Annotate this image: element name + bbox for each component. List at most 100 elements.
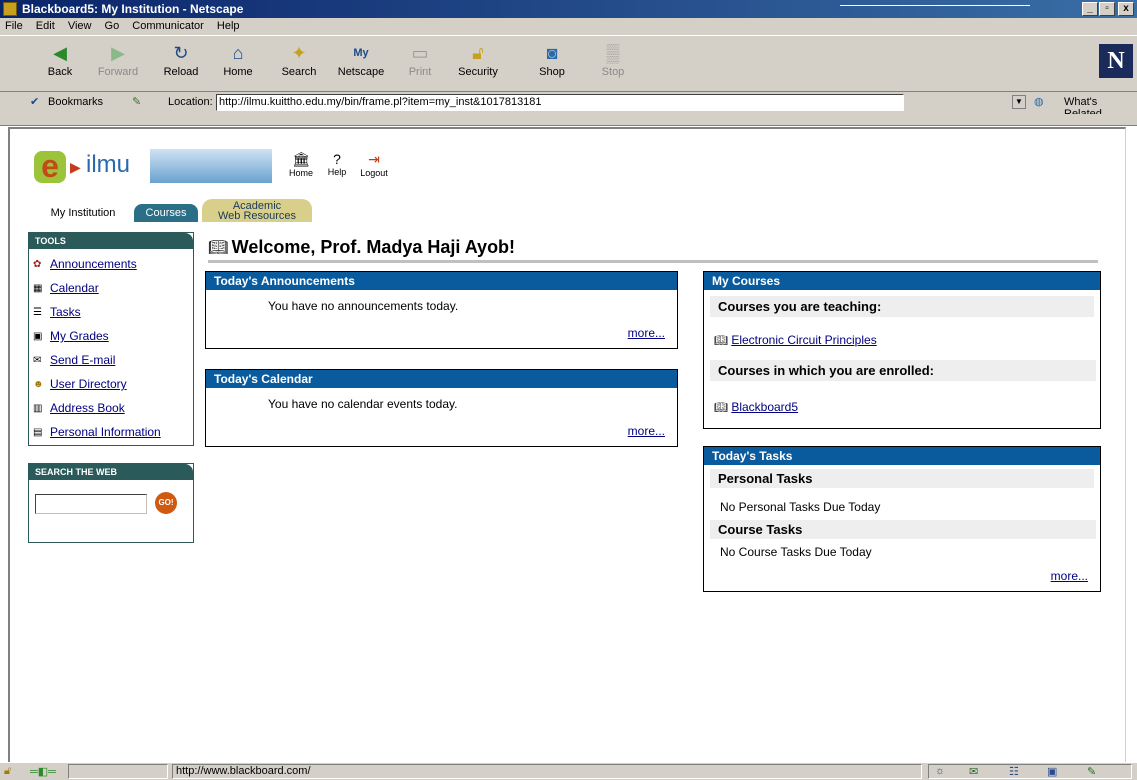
- my-courses-panel: My Courses Courses you are teaching: 📖︎ …: [703, 271, 1101, 429]
- search-label: Search: [281, 66, 317, 78]
- tool-user-directory[interactable]: ☻ User Directory: [33, 377, 127, 401]
- course-electronic-circuit-link[interactable]: Electronic Circuit Principles: [731, 333, 876, 347]
- bookmarks-button[interactable]: Bookmarks: [48, 96, 103, 108]
- menu-help[interactable]: Help: [217, 20, 240, 32]
- help-icon: ?: [333, 151, 341, 167]
- status-bar: 🔓︎ ═◧═ http://www.blackboard.com/ ☼ ✉ ☷ …: [0, 762, 1137, 780]
- site-home-button[interactable]: 🏛︎ Home: [288, 151, 314, 178]
- shop-icon: ◙: [546, 43, 558, 63]
- composer-icon[interactable]: ✎: [1087, 765, 1096, 778]
- tool-calendar[interactable]: ▦ Calendar: [33, 281, 99, 305]
- security-status-icon[interactable]: 🔓︎: [4, 765, 11, 778]
- course-book-icon: 📖︎: [714, 402, 728, 414]
- close-button[interactable]: x: [1118, 2, 1134, 16]
- my-courses-header: My Courses: [704, 272, 1100, 290]
- shop-label: Shop: [539, 66, 565, 78]
- reload-button[interactable]: ↻ Reload: [155, 40, 207, 88]
- print-button[interactable]: ▭ Print: [394, 40, 446, 88]
- location-input[interactable]: http://ilmu.kuittho.edu.my/bin/frame.pl?…: [216, 94, 904, 111]
- site-logout-button[interactable]: ⇥ Logout: [354, 151, 394, 178]
- site-help-button[interactable]: ? Help: [324, 151, 350, 177]
- tool-send-email-link[interactable]: Send E-mail: [50, 353, 115, 367]
- tasks-more-link[interactable]: more...: [1051, 569, 1088, 583]
- personal-info-icon: ▤: [33, 426, 43, 438]
- course-tasks-subheader: Course Tasks: [710, 520, 1096, 539]
- tool-send-email[interactable]: ✉ Send E-mail: [33, 353, 115, 377]
- calendar-icon: ▦: [33, 282, 43, 294]
- tools-panel: TOOLS ✿ Announcements ▦ Calendar ☰ Tasks ▣ M…: [28, 232, 194, 446]
- calendar-empty-text: You have no calendar events today.: [268, 397, 458, 411]
- tool-tasks[interactable]: ☰ Tasks: [33, 305, 81, 329]
- enrolled-course-item[interactable]: 📖︎ Blackboard5: [714, 400, 798, 414]
- tool-tasks-link[interactable]: Tasks: [50, 305, 81, 319]
- tab-courses[interactable]: Courses: [134, 204, 198, 222]
- eilmu-logo-e: e: [34, 150, 66, 183]
- open-book-icon: 📖︎: [208, 239, 229, 257]
- tool-announcements[interactable]: ✿ Announcements: [33, 257, 137, 281]
- personal-toolbar-collapsed[interactable]: [0, 114, 1137, 126]
- tool-user-directory-link[interactable]: User Directory: [50, 377, 127, 391]
- search-web-input[interactable]: [35, 494, 147, 514]
- location-label: Location:: [168, 96, 213, 108]
- menu-edit[interactable]: Edit: [36, 20, 55, 32]
- course-book-icon: 📖︎: [714, 335, 728, 347]
- welcome-title: Welcome, Prof. Madya Haji Ayob!: [231, 237, 516, 257]
- netscape-button[interactable]: My Netscape: [335, 40, 387, 88]
- navigator-icon[interactable]: ☼: [935, 765, 945, 777]
- address-book-status-icon[interactable]: ▣: [1047, 765, 1057, 778]
- tasks-icon: ☰: [33, 306, 42, 318]
- search-icon: ✦: [291, 43, 307, 63]
- tab-academic-web-resources[interactable]: Academic Web Resources: [202, 199, 312, 222]
- padlock-icon: 🔓︎: [472, 43, 484, 63]
- home-icon: ⌂: [232, 43, 244, 63]
- mail-icon[interactable]: ✉: [969, 765, 978, 778]
- campus-banner-image: [150, 149, 272, 183]
- announcements-more-link[interactable]: more...: [628, 326, 665, 340]
- newsgroups-icon[interactable]: ☷: [1009, 765, 1019, 778]
- menu-go[interactable]: Go: [105, 20, 120, 32]
- tool-address-book[interactable]: ▥ Address Book: [33, 401, 125, 425]
- tool-personal-information-link[interactable]: Personal Information: [50, 425, 161, 439]
- window-titlebar: Blackboard5: My Institution - Netscape _…: [0, 0, 1137, 18]
- tool-calendar-link[interactable]: Calendar: [50, 281, 99, 295]
- announcements-panel: Today's Announcements You have no announ…: [205, 271, 678, 349]
- shop-button[interactable]: ◙ Shop: [526, 40, 578, 88]
- tasks-header: Today's Tasks: [704, 447, 1100, 465]
- calendar-more-link[interactable]: more...: [628, 424, 665, 438]
- forward-button[interactable]: ▶ Forward: [92, 40, 144, 88]
- stop-button[interactable]: ▒ Stop: [587, 40, 639, 88]
- tool-address-book-link[interactable]: Address Book: [50, 401, 125, 415]
- tools-header: TOOLS: [29, 233, 193, 249]
- announcements-icon: ✿: [33, 258, 42, 270]
- netscape-logo[interactable]: N: [1099, 44, 1133, 78]
- location-dropdown-arrow-icon[interactable]: ▼: [1012, 95, 1026, 109]
- home-button[interactable]: ⌂ Home: [212, 40, 264, 88]
- location-bar: ✔ Bookmarks ✎ Location: http://ilmu.kuit…: [0, 92, 1137, 120]
- minimize-button[interactable]: _: [1082, 2, 1098, 16]
- netscape-app-icon: [3, 2, 17, 16]
- tool-announcements-link[interactable]: Announcements: [50, 257, 137, 271]
- back-button[interactable]: ◀ Back: [34, 40, 86, 88]
- logo-text: ilmu: [86, 151, 131, 178]
- whats-related-icon: ◍: [1034, 96, 1044, 108]
- menu-bar: File Edit View Go Communicator Help: [0, 18, 1137, 35]
- tasks-panel: Today's Tasks Personal Tasks No Personal…: [703, 446, 1101, 592]
- menu-view[interactable]: View: [68, 20, 92, 32]
- reload-icon: ↻: [173, 43, 189, 63]
- menu-communicator[interactable]: Communicator: [132, 20, 204, 32]
- course-blackboard5-link[interactable]: Blackboard5: [731, 400, 798, 414]
- welcome-header: 📖︎ Welcome, Prof. Madya Haji Ayob!: [208, 237, 1098, 263]
- security-button[interactable]: 🔓︎ Security: [452, 40, 504, 88]
- maximize-button[interactable]: ▫: [1099, 2, 1115, 16]
- search-button[interactable]: ✦ Search: [273, 40, 325, 88]
- tool-personal-information[interactable]: ▤ Personal Information: [33, 425, 161, 449]
- component-bar: ☼ ✉ ☷ ▣ ✎: [928, 764, 1132, 779]
- tool-my-grades-link[interactable]: My Grades: [50, 329, 109, 343]
- teaching-course-item[interactable]: 📖︎ Electronic Circuit Principles: [714, 333, 877, 347]
- search-go-button[interactable]: GO!: [155, 492, 177, 514]
- tool-my-grades[interactable]: ▣ My Grades: [33, 329, 109, 353]
- reload-label: Reload: [163, 66, 199, 78]
- tab-my-institution[interactable]: My Institution: [32, 205, 134, 221]
- menu-file[interactable]: File: [5, 20, 23, 32]
- status-url-text: http://www.blackboard.com/: [172, 764, 922, 779]
